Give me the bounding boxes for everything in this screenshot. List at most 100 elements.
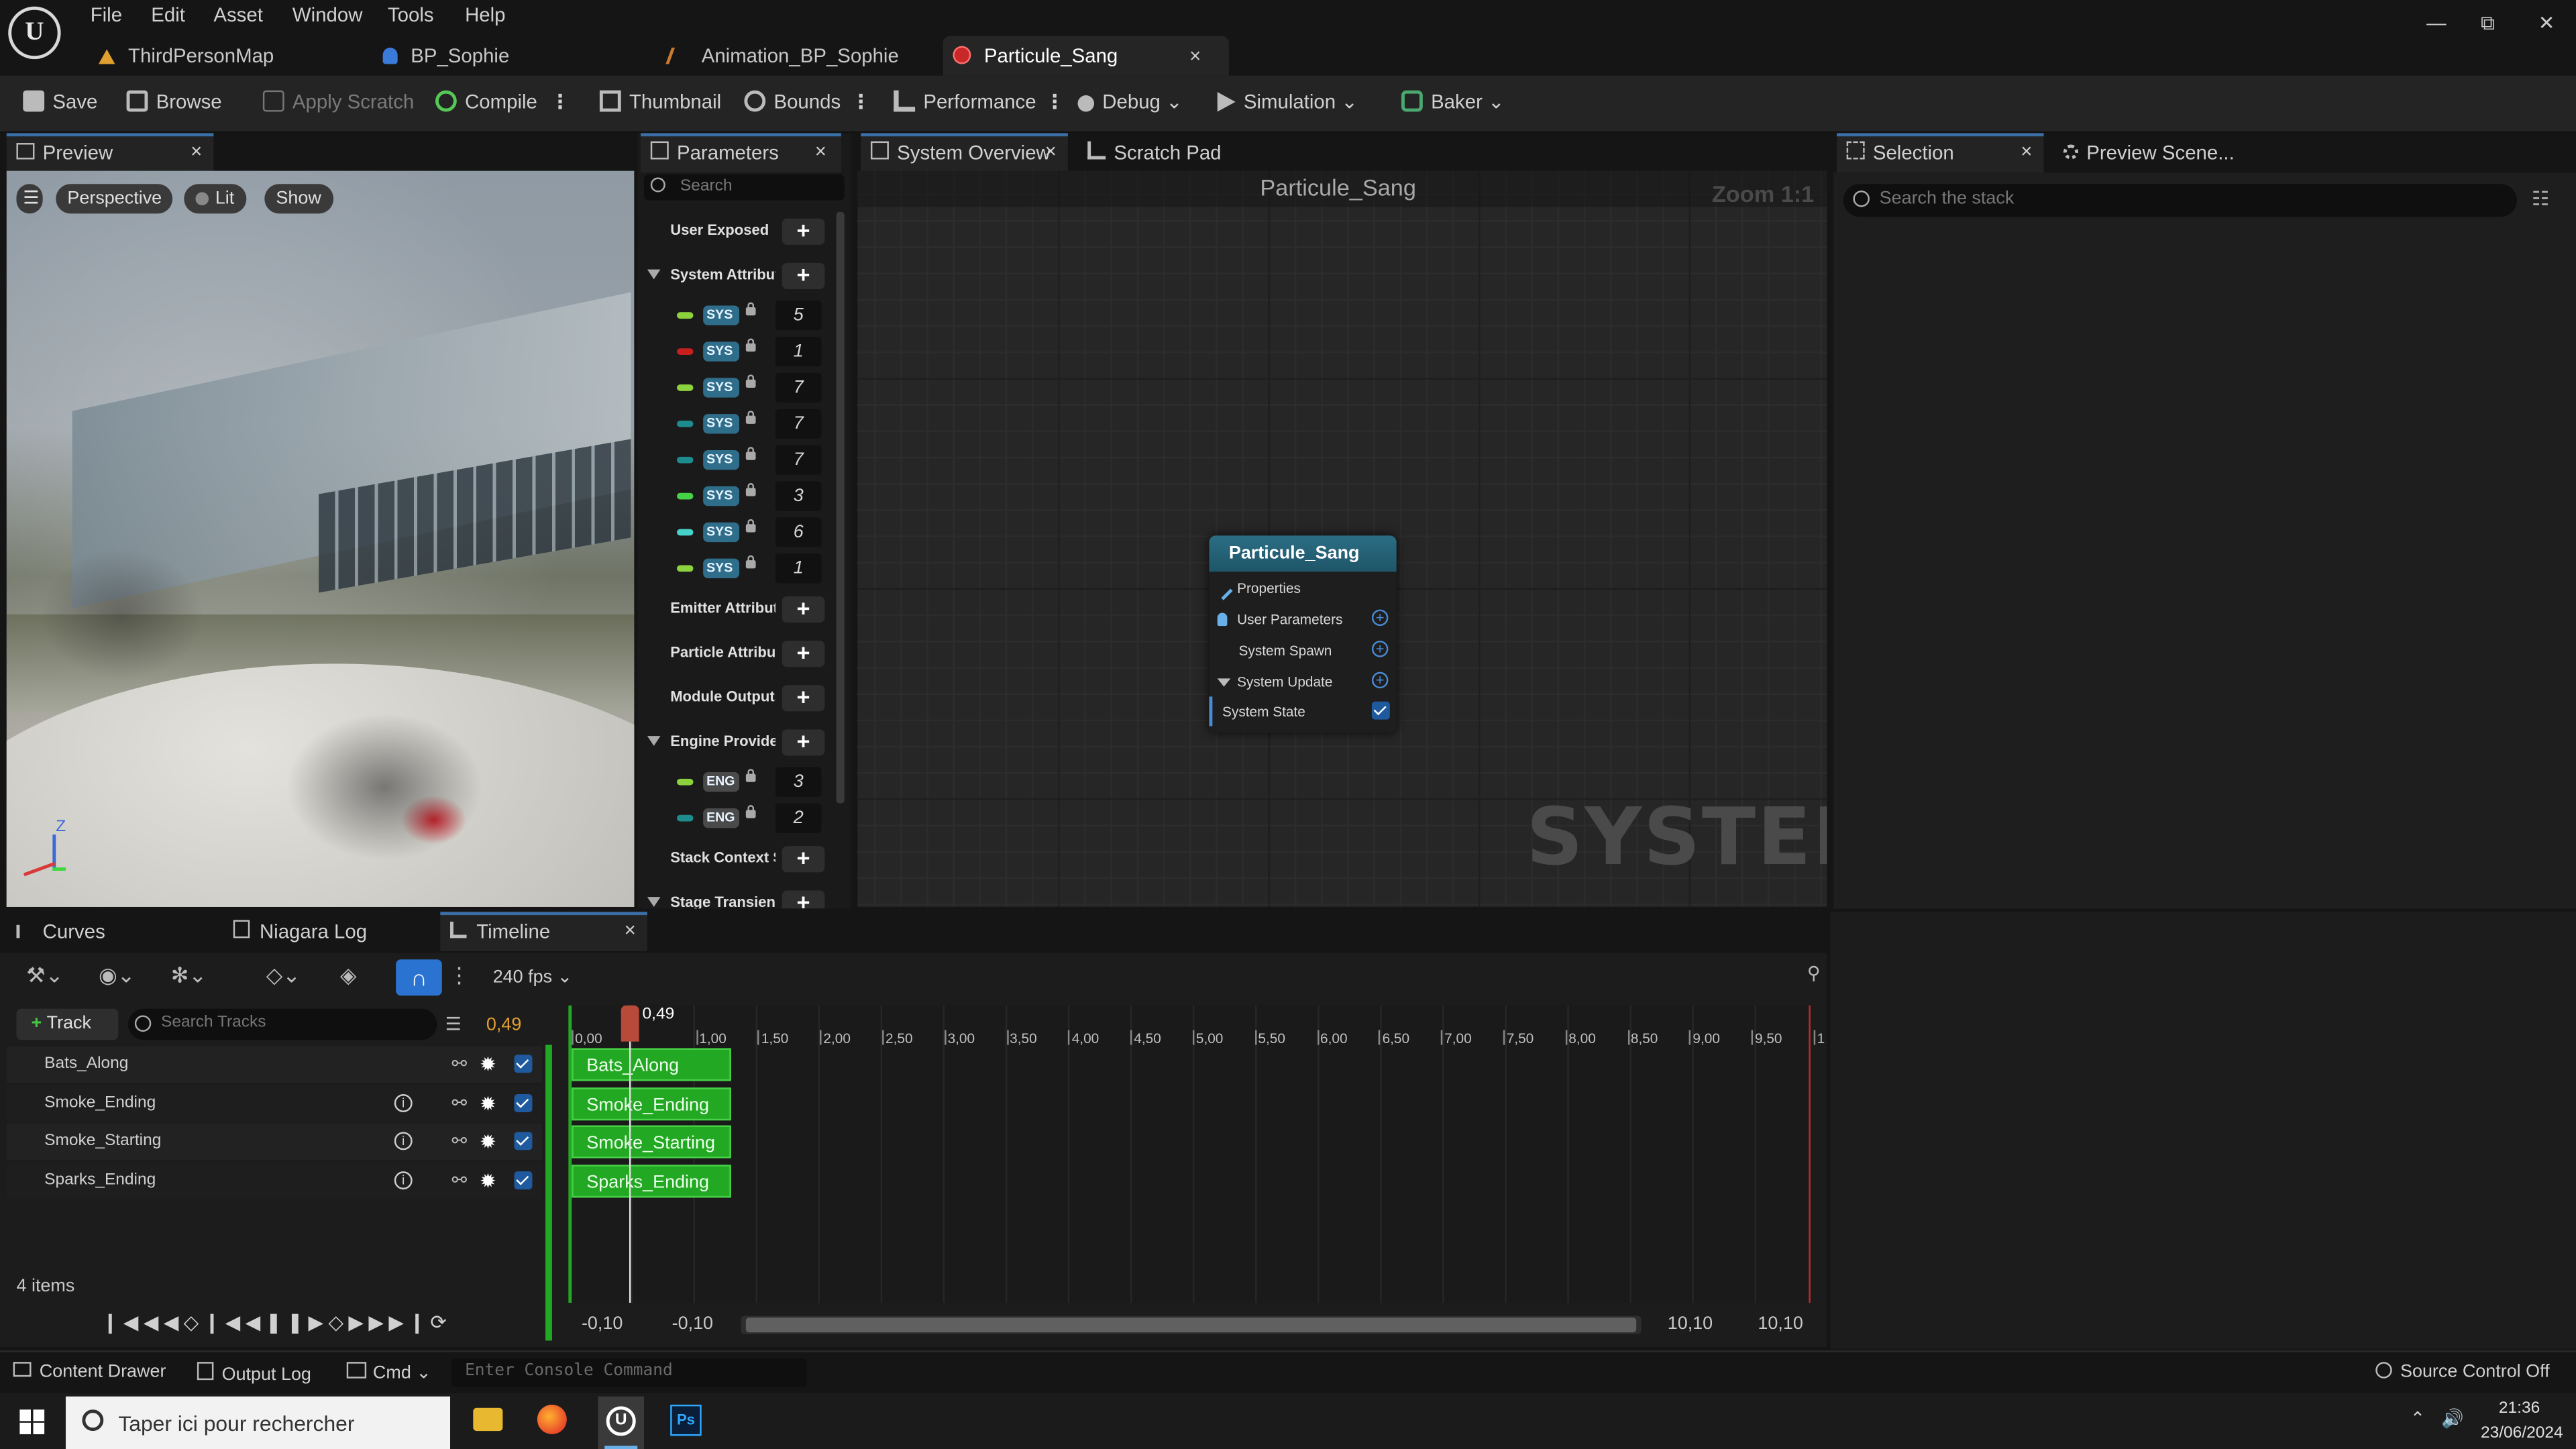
output-log-button[interactable]: Output Log	[197, 1362, 311, 1385]
category-stack-context[interactable]: Stack Context S +	[637, 841, 831, 877]
menu-window[interactable]: Window	[292, 3, 363, 26]
emitter-clip[interactable]: Smoke_Starting	[572, 1126, 731, 1159]
restore-icon[interactable]: ⧉	[2481, 11, 2495, 36]
tab-scratch-pad[interactable]: Scratch Pad	[1078, 133, 1258, 172]
system-state-checkbox[interactable]	[1371, 701, 1390, 720]
close-preview-icon[interactable]: ×	[191, 135, 202, 169]
clock-date[interactable]: 23/06/2024	[2481, 1424, 2563, 1442]
stack-search-input[interactable]: Search the stack	[1843, 184, 2517, 217]
add-user-parameter-icon[interactable]: +	[1371, 609, 1389, 627]
category-user-exposed[interactable]: User Exposed +	[637, 213, 831, 250]
tab-selection[interactable]: Selection ×	[1836, 133, 2044, 173]
category-system-attributes[interactable]: System Attribut +	[637, 258, 831, 294]
doc-tab-bp-sophie[interactable]: BP_Sophie	[382, 36, 646, 76]
working-range-start[interactable]: -0,10	[672, 1314, 713, 1334]
emitter-pin-icon[interactable]: ⚯	[451, 1124, 467, 1161]
system-attribute-row[interactable]: SYS 7	[637, 370, 831, 406]
emitter-clip[interactable]: Sparks_Ending	[572, 1165, 731, 1198]
apply-scratch-button[interactable]: Apply Scratch	[262, 90, 414, 113]
node-row-system-spawn[interactable]: System Spawn +	[1209, 636, 1396, 665]
prev-frame-icon[interactable]: ❙◀	[204, 1311, 246, 1334]
view-range-start[interactable]: -0,10	[582, 1314, 623, 1334]
view-range-end[interactable]: 10,10	[1758, 1314, 1803, 1334]
performance-button[interactable]: Performance	[894, 90, 1036, 113]
compile-options-icon[interactable]: ⋮	[550, 91, 570, 113]
parameters-search-input[interactable]: Search	[644, 174, 845, 201]
doc-tab-animation-bp-sophie[interactable]: Animation_BP_Sophie	[665, 36, 928, 76]
menu-tools[interactable]: Tools	[388, 3, 434, 26]
play-icon[interactable]: ▶	[308, 1311, 328, 1334]
doc-tab-thirdpersonmap[interactable]: ThirdPersonMap	[95, 36, 358, 76]
add-track-button[interactable]: + Track	[16, 1008, 119, 1040]
engine-attribute-row[interactable]: ENG 3	[637, 764, 831, 800]
working-range-end[interactable]: 10,10	[1668, 1314, 1713, 1334]
expand-arrow-icon[interactable]	[647, 269, 661, 280]
view-options-icon[interactable]: ◉⌄	[99, 963, 135, 989]
info-icon[interactable]: i	[394, 1093, 413, 1112]
current-time-field[interactable]: 0,49	[486, 1015, 521, 1034]
expand-arrow-icon[interactable]	[647, 897, 661, 907]
track-row[interactable]: Smoke_Ending i ⚯ ✹	[6, 1085, 543, 1122]
add-parameter-button[interactable]: +	[782, 890, 825, 909]
add-parameter-button[interactable]: +	[782, 684, 825, 712]
system-attribute-row[interactable]: SYS 1	[637, 550, 831, 586]
add-spawn-module-icon[interactable]: +	[1371, 641, 1389, 657]
tray-chevron-icon[interactable]: ⌃	[2410, 1408, 2426, 1429]
close-window-icon[interactable]: ✕	[2538, 11, 2555, 34]
playhead-handle[interactable]	[621, 1005, 639, 1042]
system-attribute-row[interactable]: SYS 7	[637, 442, 831, 478]
node-row-properties[interactable]: Properties	[1209, 574, 1396, 603]
emitter-clip[interactable]: Bats_Along	[572, 1048, 731, 1081]
close-selection-icon[interactable]: ×	[2021, 135, 2032, 169]
volume-icon[interactable]: 🔊	[2441, 1408, 2464, 1429]
unreal-taskbar-button[interactable]: U	[598, 1396, 645, 1449]
isolate-icon[interactable]: ✹	[480, 1163, 496, 1199]
simulation-dropdown[interactable]: Simulation ⌄	[1217, 91, 1358, 113]
emitter-pin-icon[interactable]: ⚯	[451, 1085, 467, 1122]
add-parameter-button[interactable]: +	[782, 729, 825, 756]
save-button[interactable]: Save	[23, 90, 97, 113]
menu-edit[interactable]: Edit	[151, 3, 185, 26]
performance-options-icon[interactable]: ⋮	[1045, 91, 1065, 113]
add-key-icon[interactable]: ◈	[340, 963, 356, 989]
track-row[interactable]: Bats_Along ⚯ ✹	[6, 1046, 543, 1083]
tab-preview-scene[interactable]: Preview Scene...	[2053, 133, 2267, 172]
thumbnail-button[interactable]: Thumbnail	[599, 90, 721, 113]
clock-time[interactable]: 21:36	[2499, 1400, 2540, 1418]
lit-button[interactable]: Lit	[184, 184, 246, 214]
emitter-pin-icon[interactable]: ⚯	[451, 1163, 467, 1199]
menu-help[interactable]: Help	[465, 3, 505, 26]
go-to-end-icon[interactable]: ▶▶❙	[368, 1311, 430, 1334]
system-attribute-row[interactable]: SYS 5	[637, 297, 831, 333]
node-row-user-parameters[interactable]: User Parameters +	[1209, 604, 1396, 634]
category-emitter-attributes[interactable]: Emitter Attribute +	[637, 592, 831, 628]
firefox-icon[interactable]	[537, 1404, 567, 1434]
windows-start-icon[interactable]	[19, 1409, 45, 1434]
snap-options-icon[interactable]: ✻⌄	[171, 963, 207, 989]
viewport-options-icon[interactable]: ☰	[16, 184, 43, 214]
system-attribute-row[interactable]: SYS 6	[637, 515, 831, 551]
add-update-module-icon[interactable]: +	[1371, 672, 1389, 689]
system-attribute-row[interactable]: SYS 1	[637, 333, 831, 370]
info-icon[interactable]: i	[394, 1171, 413, 1190]
tab-parameters[interactable]: Parameters ×	[641, 133, 841, 173]
doc-tab-particule-sang[interactable]: Particule_Sang ×	[943, 36, 1229, 76]
debug-dropdown[interactable]: Debug ⌄	[1077, 91, 1183, 113]
unreal-logo-icon[interactable]: U	[8, 6, 61, 60]
source-control-button[interactable]: Source Control Off	[2375, 1362, 2550, 1382]
console-command-input[interactable]: Enter Console Command	[451, 1358, 807, 1387]
track-enabled-checkbox[interactable]	[514, 1093, 533, 1112]
menu-asset[interactable]: Asset	[213, 3, 263, 26]
tab-niagara-log[interactable]: Niagara Log	[223, 912, 431, 951]
tab-timeline[interactable]: Timeline ×	[440, 912, 647, 951]
close-timeline-icon[interactable]: ×	[625, 914, 636, 948]
compile-button[interactable]: Compile	[435, 90, 537, 113]
bounds-options-icon[interactable]: ⋮	[851, 91, 871, 113]
step-back-icon[interactable]: ◀◇	[164, 1311, 204, 1334]
menu-file[interactable]: File	[91, 3, 122, 26]
add-parameter-button[interactable]: +	[782, 640, 825, 667]
category-engine-provided[interactable]: Engine Providec +	[637, 724, 831, 761]
lock-icon[interactable]: ⚲	[1807, 963, 1821, 984]
preview-viewport[interactable]: ☰ Perspective Lit Show Z	[6, 170, 635, 907]
isolate-icon[interactable]: ✹	[480, 1085, 496, 1122]
